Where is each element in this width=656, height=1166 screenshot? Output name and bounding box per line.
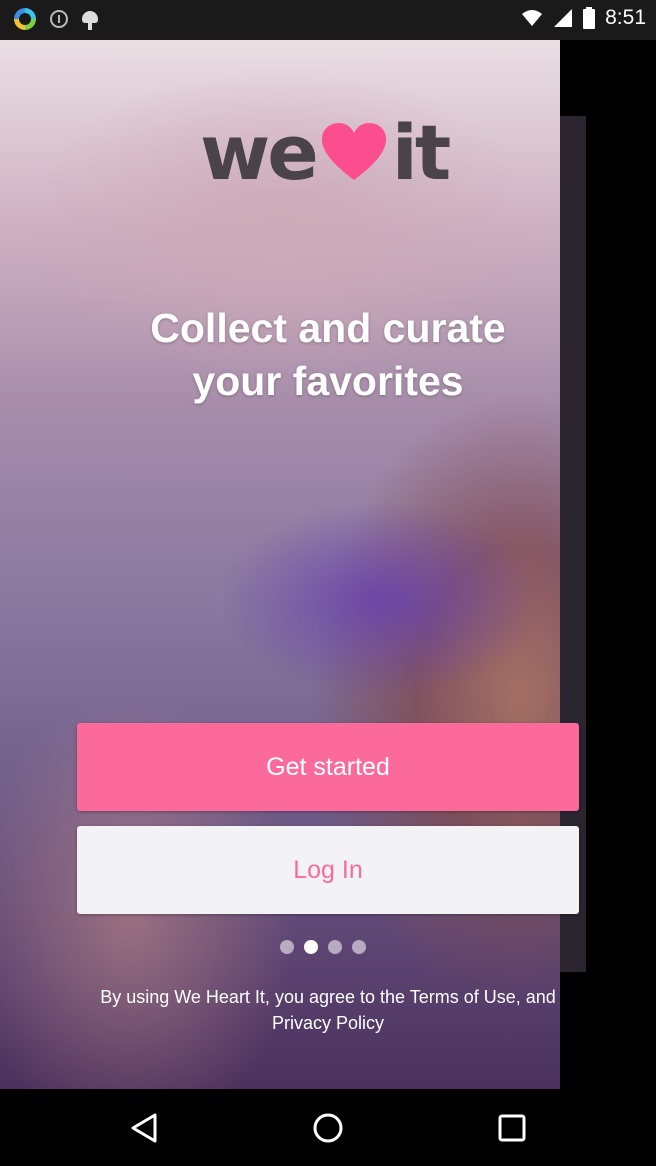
status-bar: 8:51 bbox=[0, 0, 656, 40]
log-in-button[interactable]: Log In bbox=[77, 826, 579, 914]
home-icon[interactable] bbox=[308, 1111, 348, 1145]
onboarding-screen: we it Collect and curate your favorites … bbox=[0, 40, 656, 1089]
wifi-icon bbox=[522, 10, 543, 26]
navigation-bar bbox=[0, 1089, 656, 1166]
page-dot-active[interactable] bbox=[304, 940, 318, 954]
logo-text-left: we bbox=[200, 107, 319, 197]
status-time: 8:51 bbox=[605, 6, 646, 29]
legal-text[interactable]: By using We Heart It, you agree to the T… bbox=[90, 984, 566, 1036]
heart-icon bbox=[321, 123, 386, 180]
background-photo bbox=[0, 40, 560, 1089]
get-started-button[interactable]: Get started bbox=[77, 723, 579, 811]
back-icon[interactable] bbox=[124, 1111, 164, 1145]
system-icons: 8:51 bbox=[521, 6, 646, 30]
signal-icon bbox=[554, 9, 573, 27]
page-dot[interactable] bbox=[328, 940, 342, 954]
page-indicator bbox=[280, 940, 366, 954]
battery-icon bbox=[583, 7, 596, 29]
page-dot[interactable] bbox=[352, 940, 366, 954]
headline: Collect and curate your favorites bbox=[150, 305, 506, 404]
recents-icon[interactable] bbox=[492, 1111, 532, 1145]
logo-text-right: it bbox=[391, 107, 451, 197]
android-icon bbox=[82, 9, 98, 30]
page-dot[interactable] bbox=[280, 940, 294, 954]
ring-app-icon bbox=[14, 8, 36, 30]
notification-icons bbox=[14, 8, 98, 30]
app-logo: we it bbox=[200, 108, 451, 197]
info-icon bbox=[50, 10, 68, 28]
